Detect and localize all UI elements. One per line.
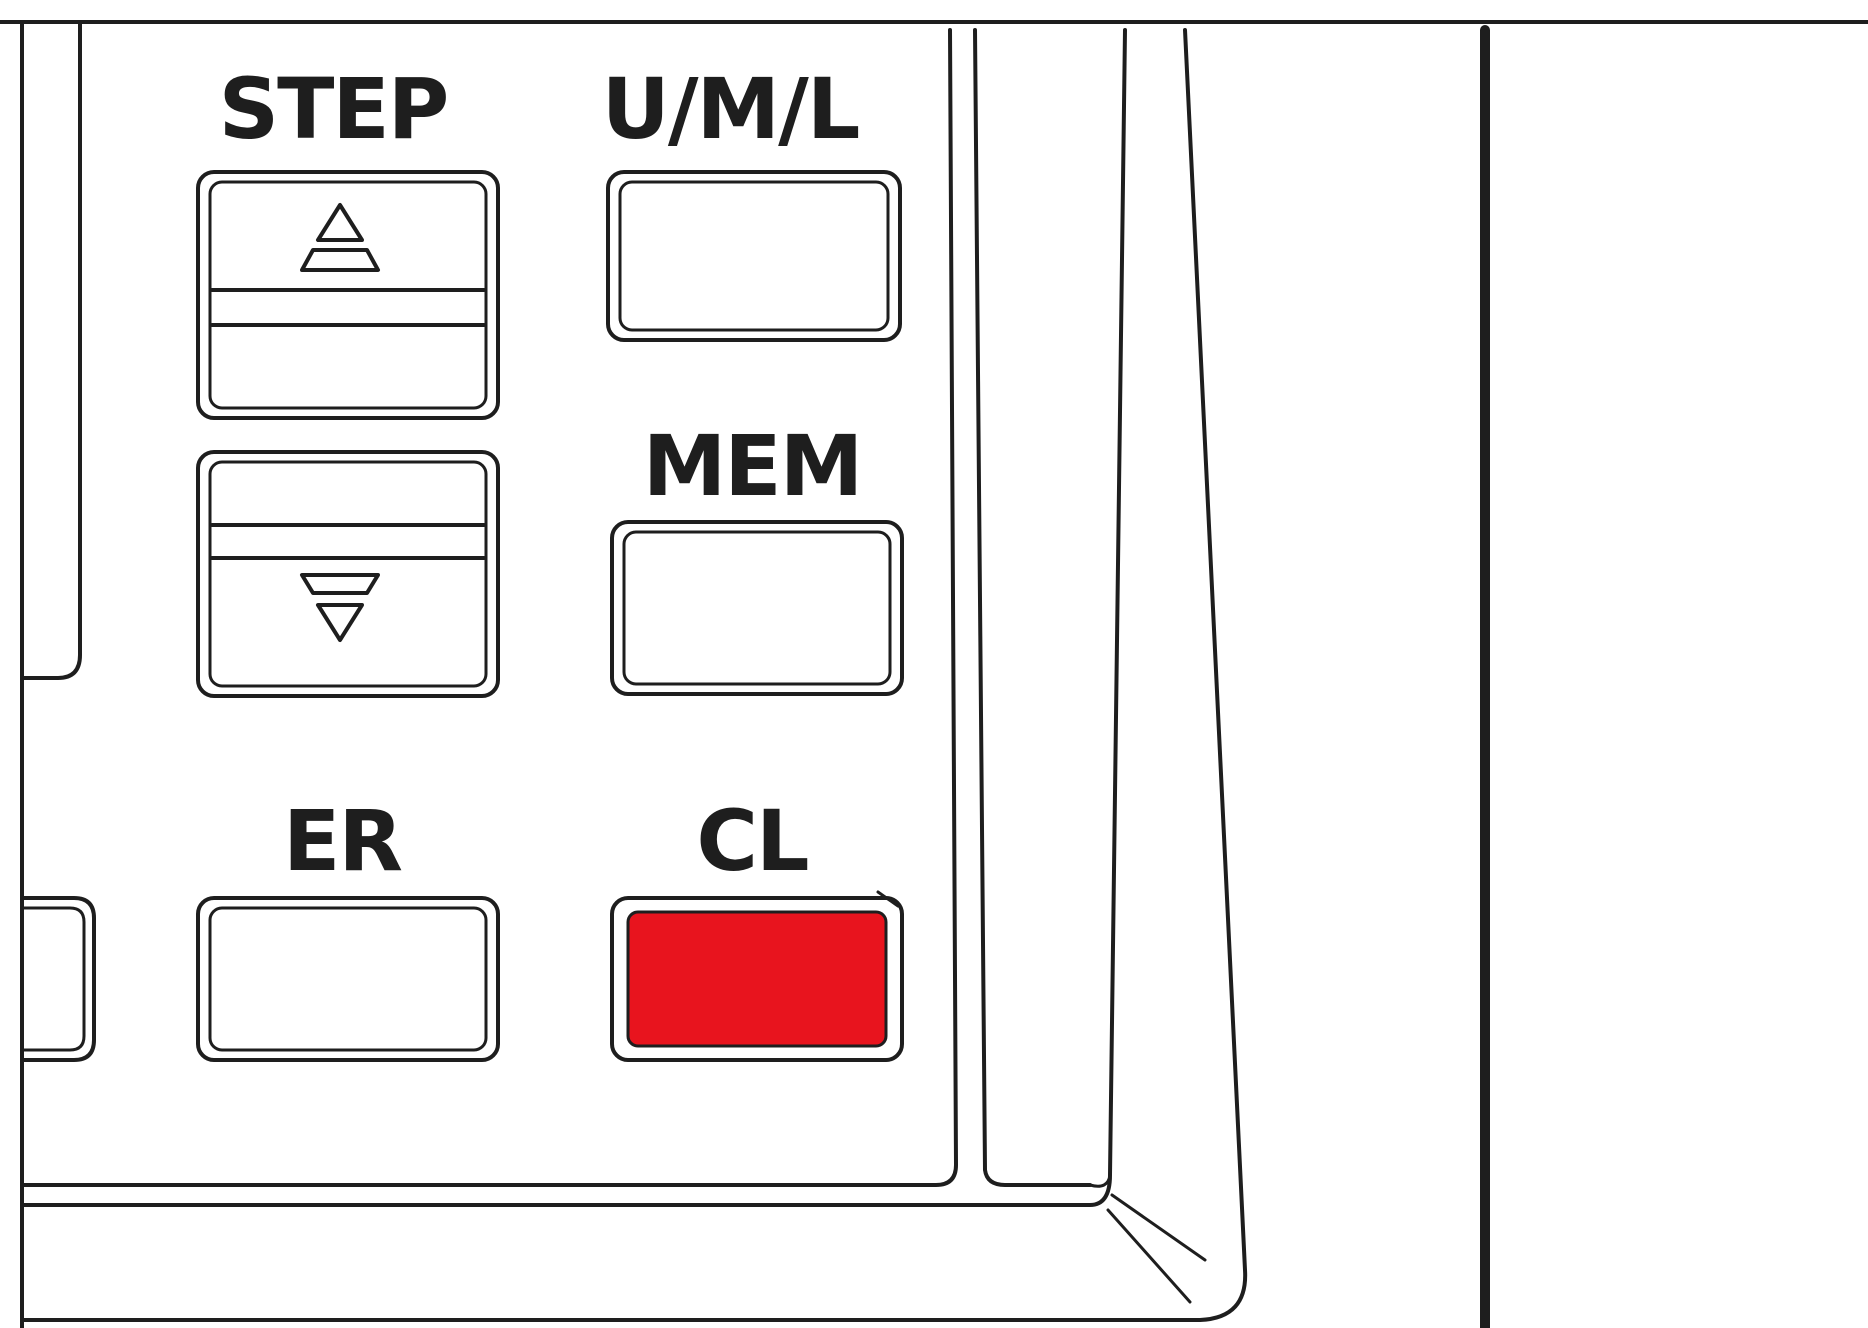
bevel-line-b — [1106, 1208, 1192, 1304]
cl-button[interactable] — [610, 890, 904, 1062]
control-panel-diagram: STEP U/M/L MEM ER CL — [0, 0, 1868, 1328]
er-label: ER — [283, 792, 401, 890]
step-label: STEP — [219, 60, 448, 158]
step-down-button[interactable] — [196, 450, 500, 698]
er-button[interactable] — [196, 896, 500, 1062]
cl-label: CL — [696, 792, 808, 890]
channel-line-outer — [22, 28, 1127, 1207]
channel-corner — [1088, 1173, 1112, 1188]
case-outer-outline — [22, 28, 1248, 1322]
triangle-up-icon — [300, 203, 380, 272]
mem-button[interactable] — [610, 520, 904, 696]
display-window-outline — [22, 22, 82, 680]
bevel-line-a — [1110, 1193, 1207, 1262]
uml-label: U/M/L — [602, 60, 859, 158]
partial-left-button[interactable] — [22, 896, 96, 1062]
mem-label: MEM — [643, 417, 862, 515]
step-up-button[interactable] — [196, 170, 500, 420]
channel-line-inner — [973, 28, 1092, 1187]
triangle-down-icon — [300, 573, 380, 642]
uml-button[interactable] — [606, 170, 902, 342]
